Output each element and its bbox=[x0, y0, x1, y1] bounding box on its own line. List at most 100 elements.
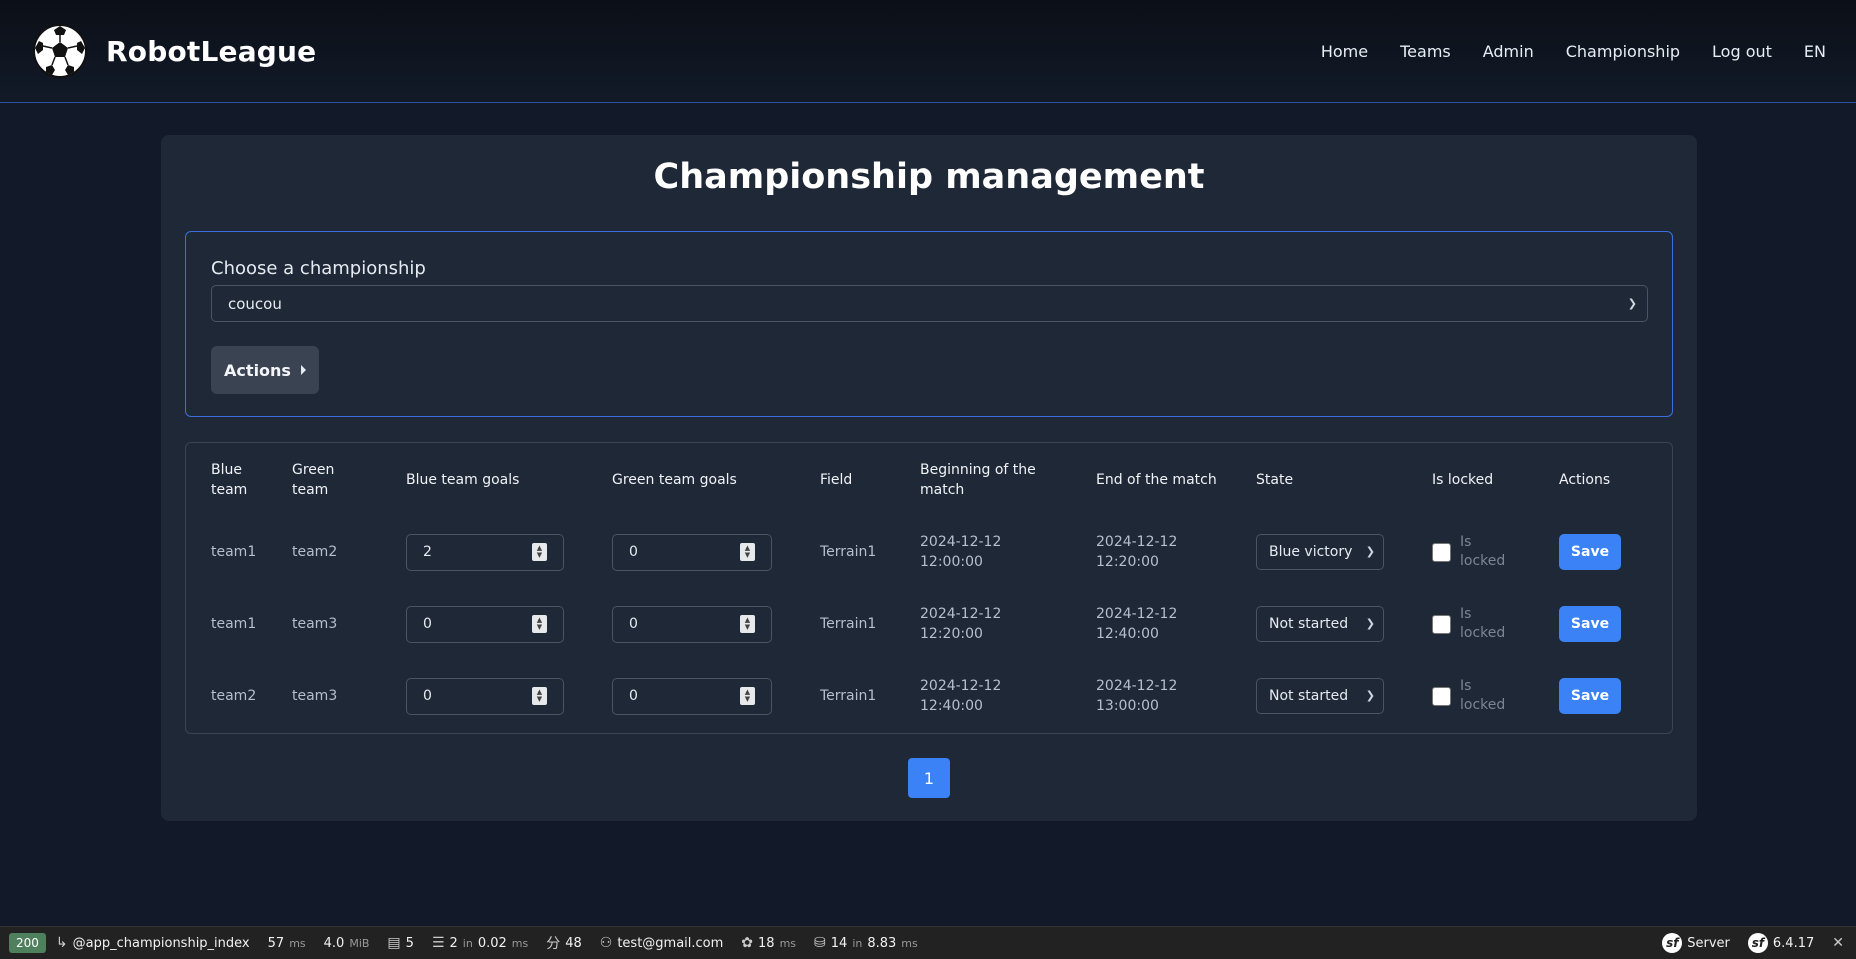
cache-item[interactable]: ☰ 2 in 0.02 ms bbox=[432, 935, 528, 951]
is-locked-label: Is locked bbox=[1460, 606, 1506, 641]
state-select[interactable]: Blue victory ❯ bbox=[1256, 534, 1384, 570]
col-end: End of the match bbox=[1096, 471, 1217, 488]
twig-time: 18 bbox=[758, 935, 775, 951]
green-goals-value: 0 bbox=[629, 616, 638, 632]
is-locked-checkbox[interactable] bbox=[1432, 686, 1451, 706]
choose-championship-label: Choose a championship bbox=[211, 258, 426, 279]
blue-team-cell: team1 bbox=[211, 544, 257, 560]
table-row: team2 team3 0 ▲ ▼ 0 ▲ ▼ Terrain1 2024-12-12 1… bbox=[186, 660, 1672, 732]
translation-item[interactable]: 分 48 bbox=[546, 933, 582, 953]
debug-toolbar: 200 ↳ @app_championship_index 57 ms 4.0 MiB… bbox=[0, 926, 1856, 959]
memory-value: 4.0 bbox=[323, 935, 345, 951]
nav-admin[interactable]: Admin bbox=[1483, 42, 1534, 61]
green-goals-value: 0 bbox=[629, 544, 638, 560]
col-is-locked: Is locked bbox=[1432, 471, 1494, 488]
col-field: Field bbox=[820, 471, 853, 488]
begin-time: 12:00:00 bbox=[920, 554, 983, 570]
state-value: Not started bbox=[1269, 688, 1349, 704]
green-goals-input[interactable]: 0 ▲ ▼ bbox=[612, 533, 772, 571]
db-queries: 14 bbox=[830, 935, 848, 951]
brand-name: RobotLeague bbox=[106, 34, 317, 68]
col-beginning: Beginning of the match bbox=[920, 461, 1036, 498]
chevron-down-icon: ❯ bbox=[1365, 617, 1375, 630]
spinner-icon[interactable]: ▲ ▼ bbox=[532, 687, 547, 705]
state-select[interactable]: Not started ❯ bbox=[1256, 678, 1384, 714]
memory-item[interactable]: 4.0 MiB bbox=[324, 936, 370, 951]
col-green-goals: Green team goals bbox=[612, 471, 737, 488]
green-team-cell: team2 bbox=[292, 544, 338, 560]
nav-home[interactable]: Home bbox=[1321, 42, 1368, 61]
table-row: team1 team3 0 ▲ ▼ 0 ▲ ▼ Terrain1 2024-12-12 1… bbox=[186, 588, 1672, 660]
user-email: test@gmail.com bbox=[617, 935, 724, 951]
symfony-logo-icon: sf bbox=[1662, 933, 1683, 953]
toolbar-right: sf Server sf 6.4.17 ✕ bbox=[1662, 933, 1856, 953]
begin-time: 12:40:00 bbox=[920, 698, 983, 714]
db-in: in bbox=[852, 936, 863, 950]
twig-icon: ✿ bbox=[741, 935, 754, 951]
state-value: Not started bbox=[1269, 616, 1349, 632]
save-button[interactable]: Save bbox=[1559, 606, 1621, 642]
soccer-ball-logo-icon bbox=[33, 24, 87, 78]
col-actions: Actions bbox=[1559, 471, 1611, 488]
blue-team-cell: team2 bbox=[211, 688, 257, 704]
twig-item[interactable]: ✿ 18 ms bbox=[741, 935, 796, 951]
spinner-icon[interactable]: ▲ ▼ bbox=[532, 615, 547, 633]
nav-logout[interactable]: Log out bbox=[1712, 42, 1772, 61]
nav-language[interactable]: EN bbox=[1804, 42, 1826, 61]
forms-value: 5 bbox=[405, 935, 414, 951]
version-item[interactable]: sf 6.4.17 bbox=[1747, 933, 1814, 953]
db-unit: ms bbox=[901, 936, 918, 950]
brand[interactable]: RobotLeague bbox=[32, 23, 316, 79]
nav-teams[interactable]: Teams bbox=[1400, 42, 1451, 61]
spinner-icon[interactable]: ▲ ▼ bbox=[740, 615, 755, 633]
chevron-down-icon: ❯ bbox=[1365, 545, 1375, 558]
spinner-icon[interactable]: ▲ ▼ bbox=[740, 687, 755, 705]
blue-goals-input[interactable]: 0 ▲ ▼ bbox=[406, 677, 564, 715]
db-time: 8.83 bbox=[867, 935, 897, 951]
top-navbar: RobotLeague Home Teams Admin Championshi… bbox=[0, 0, 1856, 103]
begin-time: 12:20:00 bbox=[920, 626, 983, 642]
time-value: 57 bbox=[267, 935, 285, 951]
blue-team-cell: team1 bbox=[211, 616, 257, 632]
page-title: Championship management bbox=[653, 157, 1205, 197]
is-locked-checkbox[interactable] bbox=[1432, 614, 1451, 634]
translations-value: 48 bbox=[565, 935, 582, 951]
nav-championship[interactable]: Championship bbox=[1566, 42, 1680, 61]
spinner-icon[interactable]: ▲ ▼ bbox=[532, 543, 547, 561]
blue-goals-value: 2 bbox=[423, 544, 432, 560]
end-time: 12:40:00 bbox=[1096, 626, 1159, 642]
championship-card: Championship management Choose a champio… bbox=[161, 135, 1697, 821]
memory-unit: MiB bbox=[349, 936, 370, 950]
blue-goals-value: 0 bbox=[423, 616, 432, 632]
state-select[interactable]: Not started ❯ bbox=[1256, 606, 1384, 642]
beginning-cell: 2024-12-12 12:40:00 bbox=[920, 660, 1096, 732]
close-toolbar-button[interactable]: ✕ bbox=[1832, 935, 1844, 951]
championship-select-value: coucou bbox=[228, 294, 282, 313]
database-item[interactable]: ⛁ 14 in 8.83 ms bbox=[814, 935, 918, 951]
user-item[interactable]: ⚇ test@gmail.com bbox=[600, 935, 724, 951]
is-locked-checkbox[interactable] bbox=[1432, 542, 1451, 562]
blue-goals-input[interactable]: 0 ▲ ▼ bbox=[406, 605, 564, 643]
save-button[interactable]: Save bbox=[1559, 678, 1621, 714]
save-button[interactable]: Save bbox=[1559, 534, 1621, 570]
spinner-icon[interactable]: ▲ ▼ bbox=[740, 543, 755, 561]
forms-item[interactable]: ▤ 5 bbox=[387, 935, 414, 951]
status-badge[interactable]: 200 bbox=[9, 933, 46, 953]
server-label: Server bbox=[1687, 935, 1730, 951]
pagination-page-1[interactable]: 1 bbox=[908, 758, 950, 798]
green-goals-input[interactable]: 0 ▲ ▼ bbox=[612, 677, 772, 715]
begin-date: 2024-12-12 bbox=[920, 678, 1002, 694]
end-date: 2024-12-12 bbox=[1096, 678, 1178, 694]
actions-button[interactable]: Actions bbox=[211, 346, 319, 394]
col-blue-team: Blue team bbox=[211, 461, 248, 498]
championship-select[interactable]: coucou ❯ bbox=[211, 285, 1648, 322]
blue-goals-value: 0 bbox=[423, 688, 432, 704]
route-item[interactable]: ↳ @app_championship_index bbox=[56, 935, 250, 951]
actions-button-label: Actions bbox=[224, 360, 291, 380]
green-goals-input[interactable]: 0 ▲ ▼ bbox=[612, 605, 772, 643]
table-header-row: Blue team Green team Blue team goals Gre… bbox=[186, 443, 1672, 516]
server-item[interactable]: sf Server bbox=[1662, 933, 1730, 953]
col-green-team: Green team bbox=[292, 461, 335, 498]
blue-goals-input[interactable]: 2 ▲ ▼ bbox=[406, 533, 564, 571]
time-item[interactable]: 57 ms bbox=[268, 936, 306, 951]
